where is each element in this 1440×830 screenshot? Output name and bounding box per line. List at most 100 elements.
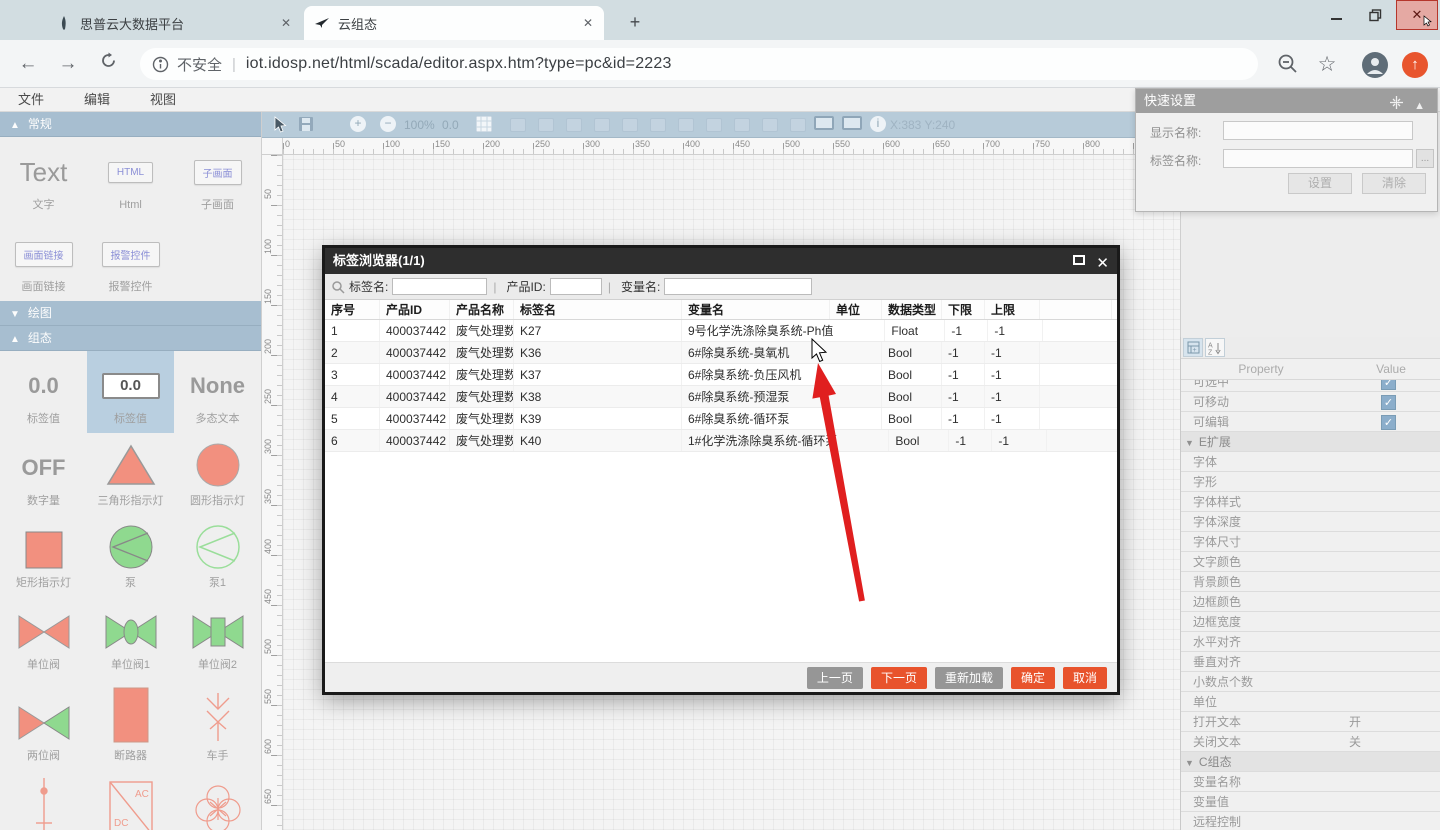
property-row[interactable]: 单位 xyxy=(1181,692,1440,712)
table-row[interactable]: 3400037442废气处理数据采K376#除臭系统-负压风机Bool-1-1 xyxy=(325,364,1117,386)
tab-close-icon[interactable]: ✕ xyxy=(580,15,596,31)
bookmark-star-icon[interactable]: ☆ xyxy=(1314,52,1340,78)
palette-item[interactable]: 圆形指示灯 xyxy=(174,433,261,515)
checkbox-checked[interactable]: ✓ xyxy=(1381,415,1396,430)
property-row[interactable]: 小数点个数 xyxy=(1181,672,1440,692)
palette-item[interactable]: Text文字 xyxy=(0,137,87,219)
property-row[interactable]: 边框颜色 xyxy=(1181,592,1440,612)
mobile-view-icon[interactable] xyxy=(842,116,862,130)
variable-search-input[interactable] xyxy=(664,278,812,295)
tag-name-input[interactable] xyxy=(1223,149,1413,168)
palette-item[interactable]: RT xyxy=(174,770,261,830)
table-row[interactable]: 5400037442废气处理数据采K396#除臭系统-循环泵Bool-1-1 xyxy=(325,408,1117,430)
categorize-icon[interactable]: + xyxy=(1183,338,1203,357)
property-row[interactable]: 背景颜色 xyxy=(1181,572,1440,592)
product-search-input[interactable] xyxy=(550,278,602,295)
save-icon[interactable] xyxy=(298,116,314,137)
zoom-out-icon[interactable] xyxy=(1276,52,1302,78)
palette-item[interactable]: 单位阀 xyxy=(0,597,87,679)
info-icon[interactable] xyxy=(152,56,169,73)
palette-item[interactable]: HTMLHtml xyxy=(87,137,174,219)
clear-button[interactable]: 清除 xyxy=(1362,173,1426,194)
palette-item[interactable]: 泵1 xyxy=(174,515,261,597)
palette-item[interactable]: 车手 xyxy=(174,679,261,770)
back-icon[interactable]: ← xyxy=(16,52,40,76)
palette-item[interactable]: 矩形指示灯 xyxy=(0,515,87,597)
dialog-close-icon[interactable]: ✕ xyxy=(1096,251,1109,277)
table-row[interactable]: 4400037442废气处理数据采K386#除臭系统-预湿泵Bool-1-1 xyxy=(325,386,1117,408)
new-tab-button[interactable]: + xyxy=(622,10,648,36)
tab-close-icon[interactable]: ✕ xyxy=(278,15,294,31)
pager-button[interactable]: 重新加载 xyxy=(935,667,1003,689)
palette-section-header-1[interactable]: ▼绘图 xyxy=(0,301,261,326)
menu-item-2[interactable]: 视图 xyxy=(150,88,176,111)
palette-item[interactable]: None多态文本 xyxy=(174,351,261,433)
property-row[interactable]: 可选中✓ xyxy=(1181,380,1440,392)
menu-item-1[interactable]: 编辑 xyxy=(84,88,110,111)
collapse-icon[interactable]: ▲ xyxy=(1414,94,1425,118)
security-label[interactable]: 不安全 xyxy=(177,54,222,75)
property-row[interactable]: 字形 xyxy=(1181,472,1440,492)
palette-item[interactable]: 泵 xyxy=(87,515,174,597)
pager-button[interactable]: 上一页 xyxy=(807,667,863,689)
palette-item[interactable]: 画面链接画面链接 xyxy=(0,219,87,301)
forward-icon[interactable]: → xyxy=(56,52,80,76)
zoom-out-canvas-icon[interactable]: − xyxy=(380,116,396,132)
table-row[interactable]: 1400037442废气处理数据采K279号化学洗涤除臭系统-Ph值Float-… xyxy=(325,320,1117,342)
palette-item[interactable]: 单位阀1 xyxy=(87,597,174,679)
select-cursor-icon[interactable] xyxy=(273,116,287,138)
browser-tab[interactable]: 思普云大数据平台 ✕ xyxy=(46,6,302,40)
quick-settings-header[interactable]: 快速设置 ▲ xyxy=(1136,89,1437,113)
pc-view-icon[interactable] xyxy=(814,116,834,130)
palette-item[interactable]: 断路器 xyxy=(87,679,174,770)
pin-move-icon[interactable] xyxy=(1390,94,1403,118)
property-row[interactable]: 垂直对齐 xyxy=(1181,652,1440,672)
property-row[interactable]: 变量名称 xyxy=(1181,772,1440,792)
palette-item[interactable]: OFF数字量 xyxy=(0,433,87,515)
display-name-input[interactable] xyxy=(1223,121,1413,140)
window-minimize-button[interactable] xyxy=(1318,0,1356,30)
property-row[interactable]: 字体尺寸 xyxy=(1181,532,1440,552)
table-row[interactable]: 2400037442废气处理数据采K366#除臭系统-臭氧机Bool-1-1 xyxy=(325,342,1117,364)
cancel-button[interactable]: 取消 xyxy=(1063,667,1107,689)
palette-section-header-2[interactable]: ▲组态 xyxy=(0,326,261,351)
property-row[interactable]: 边框宽度 xyxy=(1181,612,1440,632)
property-row[interactable]: 字体 xyxy=(1181,452,1440,472)
palette-item[interactable]: 两位阀 xyxy=(0,679,87,770)
property-row[interactable]: 文字颜色 xyxy=(1181,552,1440,572)
property-row[interactable]: 字体深度 xyxy=(1181,512,1440,532)
browser-update-icon[interactable]: ↑ xyxy=(1402,52,1428,78)
property-row[interactable]: 远程控制 xyxy=(1181,812,1440,830)
property-row[interactable]: 可编辑✓ xyxy=(1181,412,1440,432)
group-collapse-icon[interactable]: ▼ xyxy=(1185,758,1194,768)
property-row[interactable]: 关闭文本关 xyxy=(1181,732,1440,752)
url-field[interactable]: 不安全 | iot.idosp.net/html/scada/editor.as… xyxy=(140,48,1258,80)
pager-button[interactable]: 下一页 xyxy=(871,667,927,689)
tag-search-input[interactable] xyxy=(392,278,487,295)
info-circle-icon[interactable]: i xyxy=(870,116,886,132)
palette-section-header-0[interactable]: ▲常规 xyxy=(0,112,261,137)
grid-toggle-icon[interactable] xyxy=(476,116,492,137)
palette-item[interactable]: 子画面子画面 xyxy=(174,137,261,219)
property-row[interactable]: 字体样式 xyxy=(1181,492,1440,512)
palette-item[interactable]: 三角形指示灯 xyxy=(87,433,174,515)
zoom-in-icon[interactable]: + xyxy=(350,116,366,132)
checkbox-checked[interactable]: ✓ xyxy=(1381,395,1396,410)
dialog-title-bar[interactable]: 标签浏览器(1/1) ✕ xyxy=(325,248,1117,274)
menu-item-0[interactable]: 文件 xyxy=(18,88,44,111)
browser-tab-active[interactable]: 云组态 ✕ xyxy=(304,6,604,40)
palette-item[interactable]: 0.0标签值 xyxy=(87,351,174,433)
checkbox-checked[interactable]: ✓ xyxy=(1381,380,1396,390)
property-row[interactable]: 变量值 xyxy=(1181,792,1440,812)
window-close-button[interactable]: ✕ xyxy=(1396,0,1438,30)
palette-item[interactable]: 0.0标签值 xyxy=(0,351,87,433)
sort-az-icon[interactable]: AZ xyxy=(1205,338,1225,357)
set-button[interactable]: 设置 xyxy=(1288,173,1352,194)
property-row[interactable]: 打开文本开 xyxy=(1181,712,1440,732)
palette-item[interactable]: 刀闸 xyxy=(0,770,87,830)
window-restore-button[interactable] xyxy=(1356,0,1394,30)
property-row[interactable]: 水平对齐 xyxy=(1181,632,1440,652)
property-group-row[interactable]: ▼E扩展 xyxy=(1181,432,1440,452)
palette-item[interactable]: 报警控件报警控件 xyxy=(87,219,174,301)
dialog-maximize-icon[interactable] xyxy=(1073,255,1085,265)
